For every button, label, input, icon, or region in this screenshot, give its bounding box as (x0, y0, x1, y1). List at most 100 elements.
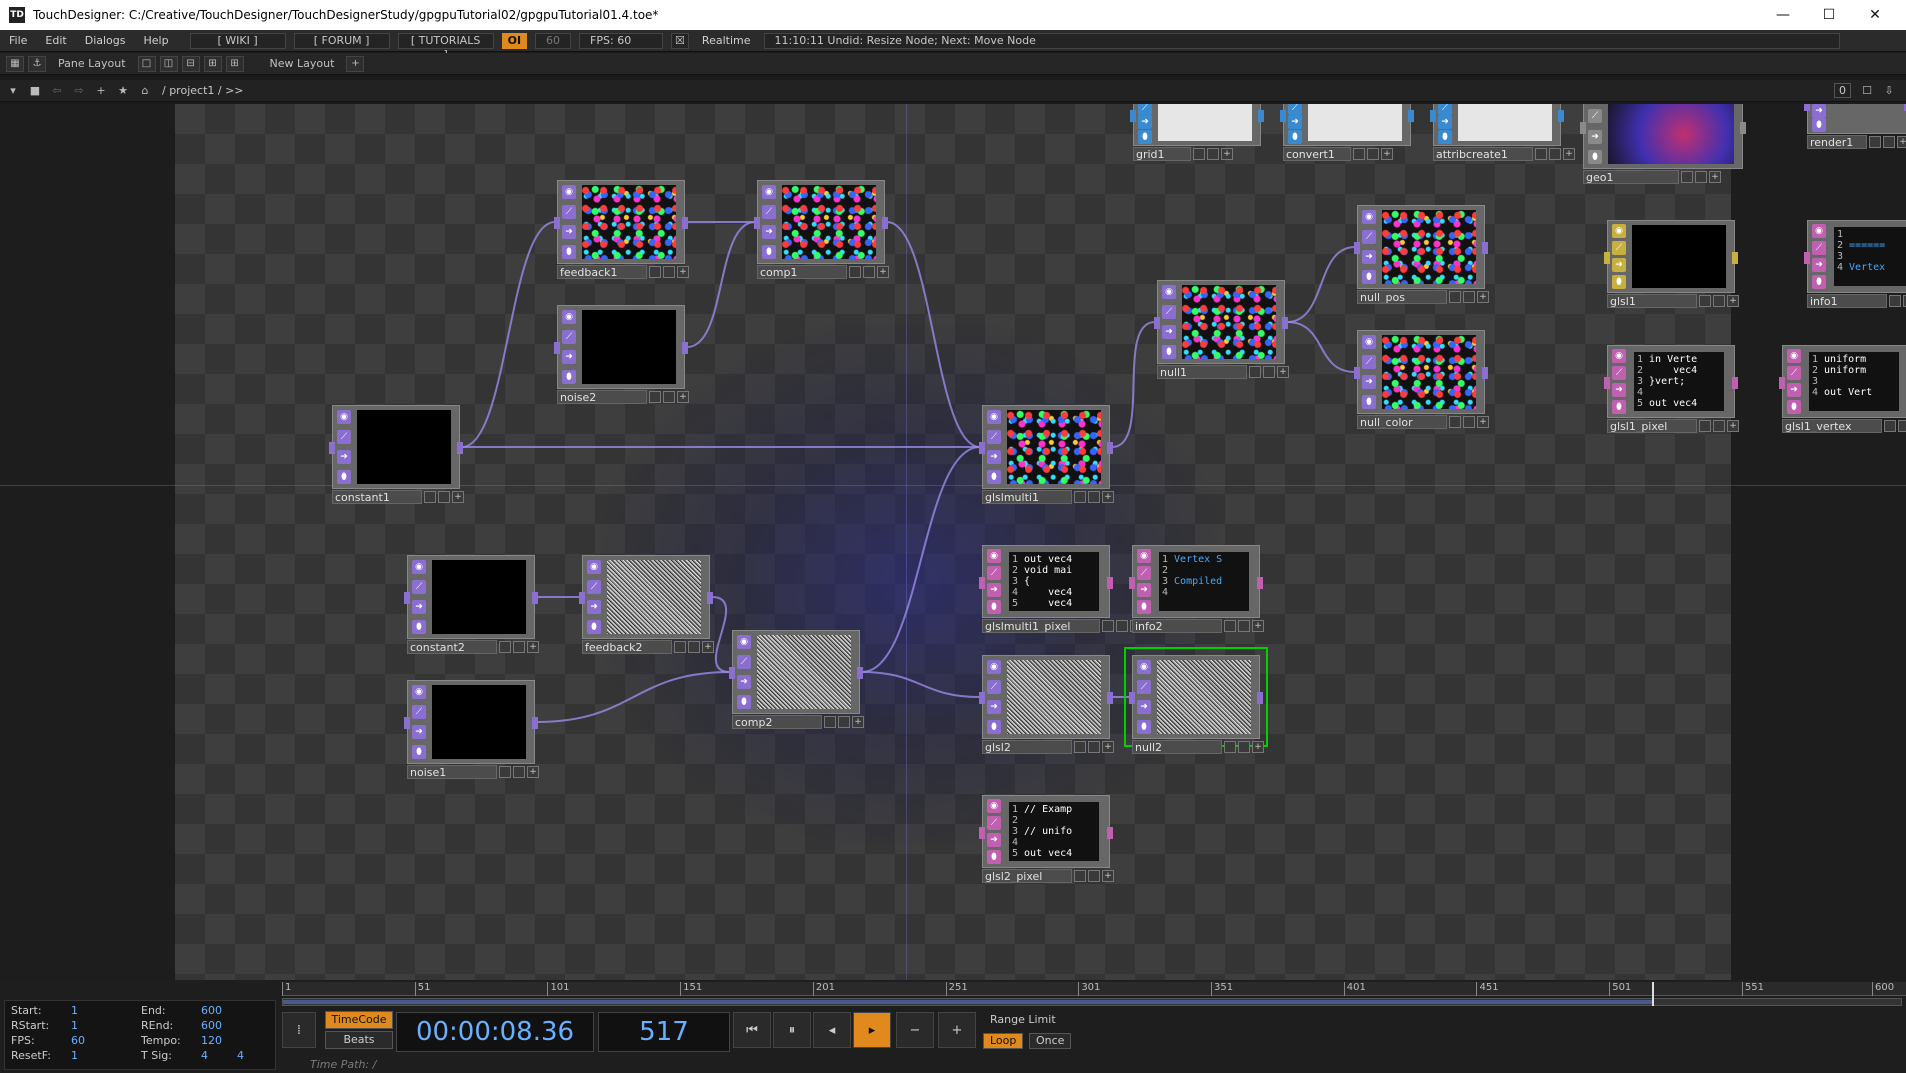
node-label[interactable]: null2 (1132, 740, 1222, 754)
node-body[interactable]: ◉⟋➜⬮ (1430, 104, 1564, 146)
node-body[interactable]: ◉⟋➜⬮ (1804, 104, 1906, 134)
node-label[interactable]: info2 (1132, 619, 1222, 633)
node-option-icon[interactable] (663, 391, 675, 403)
node-label[interactable]: glsl1_vertex (1782, 419, 1882, 433)
node-label[interactable]: comp2 (732, 715, 822, 729)
node-label[interactable]: constant2 (407, 640, 497, 654)
lock-flag-icon[interactable]: ⬮ (762, 245, 776, 259)
bypass-flag-icon[interactable]: ⟋ (987, 815, 1001, 830)
node-add-icon[interactable]: + (1727, 420, 1739, 432)
once-toggle[interactable]: Once (1029, 1033, 1072, 1049)
output-connector[interactable] (457, 442, 463, 454)
node-label[interactable]: noise1 (407, 765, 497, 779)
input-connector[interactable] (1604, 251, 1610, 264)
wiki-button[interactable]: [ WIKI ] (189, 32, 286, 49)
layout-split-h-icon[interactable]: ⊟ (181, 55, 200, 72)
pause-icon[interactable]: ⏸ (773, 1012, 811, 1048)
viewer-flag-icon[interactable]: ◉ (1362, 210, 1376, 224)
node-body[interactable]: ◉⟋➜⬮ (1580, 104, 1746, 169)
node-option-icon[interactable] (674, 641, 686, 653)
lock-flag-icon[interactable]: ⬮ (987, 850, 1001, 865)
bypass-flag-icon[interactable]: ⟋ (762, 205, 776, 219)
display-flag-icon[interactable]: ➜ (987, 833, 1001, 848)
node-label[interactable]: null1 (1157, 365, 1247, 379)
node-add-icon[interactable]: + (1563, 148, 1575, 160)
viewer-flag-icon[interactable]: ◉ (1162, 285, 1176, 299)
rend-value[interactable]: 600 (201, 1019, 222, 1032)
layout-quad-icon[interactable]: ⊞ (225, 55, 244, 72)
node-label[interactable]: glsl1_pixel (1607, 419, 1697, 433)
node-add-icon[interactable]: + (1897, 136, 1906, 148)
node-option-icon[interactable] (513, 641, 525, 653)
input-connector[interactable] (979, 576, 985, 589)
viewer-flag-icon[interactable]: ◉ (1137, 660, 1151, 674)
node-option-icon[interactable] (1102, 620, 1114, 632)
menu-file[interactable]: File (0, 34, 36, 47)
node-option-icon[interactable] (1116, 620, 1128, 632)
wire-feedback2-to-comp2[interactable] (711, 596, 731, 673)
output-connector[interactable] (1257, 692, 1263, 704)
node-body[interactable]: ◉⟋➜⬮ (754, 180, 888, 264)
realtime-checkbox[interactable]: ☒ (671, 32, 689, 49)
node-body[interactable]: ◉⟋➜⬮ (329, 405, 463, 489)
input-connector[interactable] (329, 442, 335, 454)
node-option-icon[interactable] (1869, 136, 1881, 148)
add-layout-icon[interactable]: + (346, 55, 365, 72)
node-option-icon[interactable] (513, 766, 525, 778)
node-add-icon[interactable]: + (1102, 741, 1114, 753)
display-flag-icon[interactable]: ➜ (1812, 104, 1826, 118)
node-option-icon[interactable] (1549, 148, 1561, 160)
viewer-flag-icon[interactable]: ◉ (987, 410, 1001, 424)
node-body[interactable]: ◉⟋➜⬮ (404, 680, 538, 764)
home-icon[interactable]: ⌂ (136, 83, 154, 99)
display-flag-icon[interactable]: ➜ (1288, 115, 1302, 130)
output-connector[interactable] (1257, 576, 1263, 589)
output-connector[interactable] (1282, 317, 1288, 329)
node-option-icon[interactable] (1074, 741, 1086, 753)
timeline-options-icon[interactable]: ⁞ (282, 1012, 316, 1048)
bypass-flag-icon[interactable]: ⟋ (1787, 365, 1801, 380)
lock-flag-icon[interactable]: ⬮ (1588, 149, 1602, 164)
node-add-icon[interactable]: + (1252, 620, 1264, 632)
node-option-icon[interactable] (1463, 416, 1475, 428)
bypass-flag-icon[interactable]: ⟋ (412, 705, 426, 719)
node-label[interactable]: feedback1 (557, 265, 647, 279)
node-option-icon[interactable] (1699, 420, 1711, 432)
node-option-icon[interactable] (1238, 741, 1250, 753)
node-option-icon[interactable] (849, 266, 861, 278)
node-label[interactable]: glsl2_pixel (982, 869, 1072, 883)
display-flag-icon[interactable]: ➜ (562, 350, 576, 364)
node-option-icon[interactable] (649, 266, 661, 278)
node-label[interactable]: glsl1 (1607, 294, 1697, 308)
node-label[interactable]: info1 (1807, 294, 1887, 308)
display-flag-icon[interactable]: ➜ (1588, 129, 1602, 144)
wire-comp2-to-glsl2[interactable] (861, 671, 981, 698)
input-connector[interactable] (1129, 576, 1135, 589)
node-label[interactable]: comp1 (757, 265, 847, 279)
display-flag-icon[interactable]: ➜ (1162, 325, 1176, 339)
fps-cap-field[interactable]: 60 (535, 32, 572, 49)
node-body[interactable]: ◉⟋➜⬮ (554, 305, 688, 389)
lock-flag-icon[interactable]: ⬮ (1612, 400, 1626, 415)
node-body[interactable]: ◉⟋➜⬮ (979, 405, 1113, 489)
node-option-icon[interactable] (1238, 620, 1250, 632)
bypass-flag-icon[interactable]: ⟋ (737, 655, 751, 669)
menu-edit[interactable]: Edit (36, 34, 75, 47)
node-label[interactable]: render1 (1807, 135, 1867, 149)
output-connector[interactable] (857, 667, 863, 679)
node-label[interactable]: attribcreate1 (1433, 147, 1533, 161)
tempo-value[interactable]: 120 (201, 1034, 222, 1047)
lock-flag-icon[interactable]: ⬮ (412, 620, 426, 634)
lock-flag-icon[interactable]: ⬮ (1362, 395, 1376, 409)
network-editor[interactable]: ◉⟋➜⬮grid1+◉⟋➜⬮convert1+◉⟋➜⬮attribcreate1… (0, 104, 1906, 980)
input-connector[interactable] (1154, 317, 1160, 329)
node-option-icon[interactable] (1713, 420, 1725, 432)
output-connector[interactable] (682, 342, 688, 354)
loop-toggle[interactable]: Loop (983, 1033, 1024, 1049)
node-label[interactable]: feedback2 (582, 640, 672, 654)
node-option-icon[interactable] (1088, 870, 1100, 882)
node-label[interactable]: glsl2 (982, 740, 1072, 754)
play-icon[interactable]: ▸ (853, 1012, 891, 1048)
lock-flag-icon[interactable]: ⬮ (1137, 720, 1151, 734)
viewer-flag-icon[interactable]: ◉ (1812, 223, 1826, 238)
